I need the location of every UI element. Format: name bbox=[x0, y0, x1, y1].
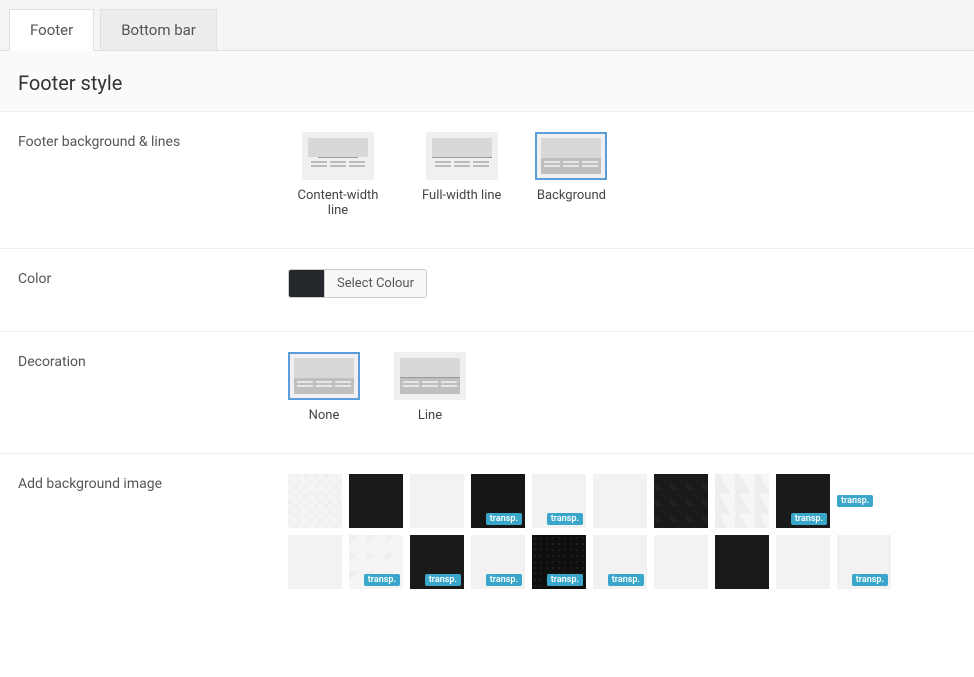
bg-row: transp. transp. transp. transp. bbox=[288, 474, 956, 528]
bg-image-item[interactable]: transp. bbox=[532, 535, 586, 589]
transp-badge: transp. bbox=[425, 574, 461, 586]
row-content: Content-width line Full-width line bbox=[288, 132, 956, 218]
option-thumb bbox=[535, 132, 607, 180]
option-full-width-line[interactable]: Full-width line bbox=[422, 132, 501, 218]
bg-image-grid: transp.transp.transp.transp. transp.tran… bbox=[288, 474, 956, 589]
option-label: Content-width line bbox=[288, 188, 388, 218]
bg-image-item[interactable] bbox=[654, 474, 708, 528]
transp-badge: transp. bbox=[791, 513, 827, 525]
bg-image-item[interactable]: transp. bbox=[410, 535, 464, 589]
transp-badge: transp. bbox=[608, 574, 644, 586]
transp-badge: transp. bbox=[486, 574, 522, 586]
option-label: None bbox=[309, 408, 340, 423]
color-picker[interactable]: Select Colour bbox=[288, 269, 427, 298]
row-bg-lines: Footer background & lines Content-width bbox=[0, 112, 974, 249]
bg-image-item[interactable]: transp. bbox=[593, 535, 647, 589]
option-thumb bbox=[426, 132, 498, 180]
bg-row: transp. transp. transp. transp. transp. trans… bbox=[288, 535, 956, 589]
option-decoration-none[interactable]: None bbox=[288, 352, 360, 423]
row-label: Color bbox=[18, 269, 288, 301]
row-label: Decoration bbox=[18, 352, 288, 423]
row-content: Select Colour bbox=[288, 269, 956, 301]
bg-image-item[interactable] bbox=[776, 535, 830, 589]
bg-image-item[interactable]: transp. bbox=[776, 474, 830, 528]
section-title: Footer style bbox=[0, 51, 974, 112]
tabs: Footer Bottom bar bbox=[0, 0, 974, 51]
tab-bottom-bar[interactable]: Bottom bar bbox=[100, 9, 217, 50]
option-group-decoration: None Line bbox=[288, 352, 956, 423]
bg-image-item[interactable] bbox=[288, 535, 342, 589]
transp-badge: transp. bbox=[486, 513, 522, 525]
row-label: Add background image bbox=[18, 474, 288, 589]
bg-image-item[interactable] bbox=[593, 474, 647, 528]
row-bg-image: Add background image transp.transp.trans… bbox=[0, 454, 974, 599]
option-label: Full-width line bbox=[422, 188, 501, 203]
option-thumb bbox=[394, 352, 466, 400]
bg-image-item[interactable]: transp. bbox=[349, 535, 403, 589]
tab-footer[interactable]: Footer bbox=[9, 9, 94, 51]
row-content: None Line bbox=[288, 352, 956, 423]
option-background[interactable]: Background bbox=[535, 132, 607, 218]
option-group-bg-lines: Content-width line Full-width line bbox=[288, 132, 956, 218]
transp-badge: transp. bbox=[852, 574, 888, 586]
transp-badge: transp. bbox=[547, 513, 583, 525]
option-content-width-line[interactable]: Content-width line bbox=[288, 132, 388, 218]
option-decoration-line[interactable]: Line bbox=[394, 352, 466, 423]
option-label: Line bbox=[418, 408, 442, 423]
transp-badge: transp. bbox=[837, 495, 873, 507]
tab-label: Bottom bar bbox=[121, 21, 196, 39]
bg-image-item[interactable] bbox=[715, 474, 769, 528]
bg-image-item[interactable] bbox=[288, 474, 342, 528]
select-colour-button[interactable]: Select Colour bbox=[325, 270, 426, 297]
bg-image-item[interactable]: transp. bbox=[471, 535, 525, 589]
bg-image-item[interactable]: transp. bbox=[471, 474, 525, 528]
transp-badge: transp. bbox=[547, 574, 583, 586]
option-thumb bbox=[288, 352, 360, 400]
tab-label: Footer bbox=[30, 21, 73, 39]
option-thumb bbox=[302, 132, 374, 180]
row-decoration: Decoration None bbox=[0, 332, 974, 454]
bg-image-item[interactable] bbox=[410, 474, 464, 528]
bg-image-item[interactable] bbox=[654, 535, 708, 589]
option-label: Background bbox=[537, 188, 606, 203]
bg-image-item[interactable]: transp. bbox=[532, 474, 586, 528]
bg-image-item[interactable] bbox=[349, 474, 403, 528]
color-swatch[interactable] bbox=[289, 270, 325, 297]
bg-image-item[interactable]: transp. bbox=[837, 535, 891, 589]
row-label: Footer background & lines bbox=[18, 132, 288, 218]
transp-badge: transp. bbox=[364, 574, 400, 586]
row-content: transp.transp.transp.transp. transp.tran… bbox=[288, 474, 956, 589]
row-color: Color Select Colour bbox=[0, 249, 974, 332]
bg-image-item[interactable] bbox=[715, 535, 769, 589]
